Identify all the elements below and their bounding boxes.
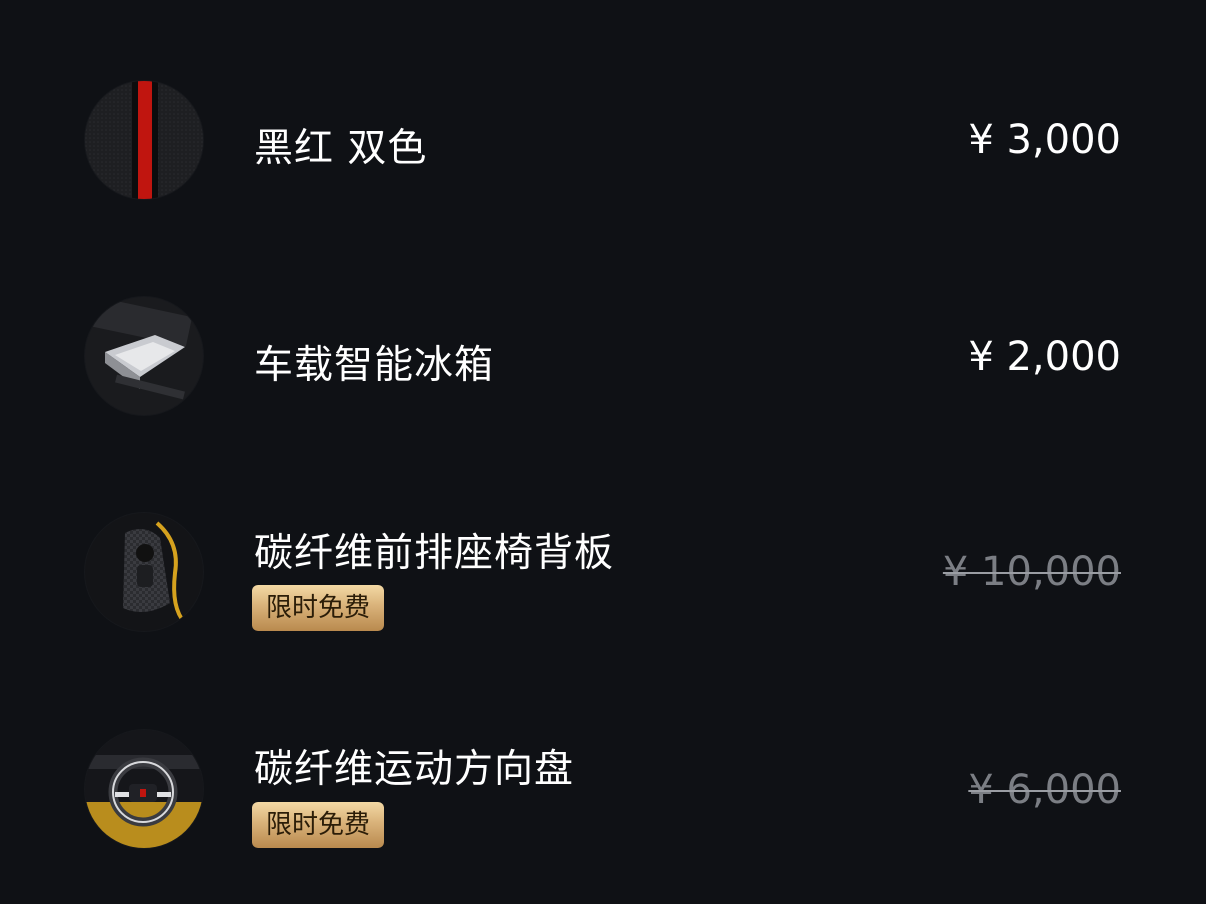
black-red-trim-thumbnail — [85, 81, 203, 199]
option-row-black-red[interactable]: 黑红 双色 ¥ 3,000 — [0, 76, 1206, 206]
car-fridge-thumbnail — [85, 297, 203, 415]
option-price: ¥ 2,000 — [968, 334, 1121, 380]
option-title: 车载智能冰箱 — [254, 343, 495, 388]
carbon-steering-wheel-thumbnail — [85, 730, 203, 848]
option-title: 黑红 双色 — [254, 126, 428, 171]
option-original-price: ¥ 6,000 — [968, 767, 1121, 813]
limited-free-badge: 限时免费 — [252, 585, 385, 631]
option-list: 黑红 双色 ¥ 3,000 车载智能冰箱 ¥ 2,000 碳纤维前排座椅背板 限… — [0, 0, 1206, 904]
option-price: ¥ 3,000 — [968, 117, 1121, 163]
option-title: 碳纤维前排座椅背板 — [254, 531, 615, 576]
option-row-carbon-wheel[interactable]: 碳纤维运动方向盘 限时免费 ¥ 6,000 — [0, 725, 1206, 855]
option-title: 碳纤维运动方向盘 — [254, 747, 575, 792]
option-row-fridge[interactable]: 车载智能冰箱 ¥ 2,000 — [0, 293, 1206, 423]
option-original-price: ¥ 10,000 — [942, 549, 1121, 595]
limited-free-badge: 限时免费 — [252, 802, 385, 848]
carbon-seatback-thumbnail — [85, 513, 203, 631]
option-row-carbon-seatback[interactable]: 碳纤维前排座椅背板 限时免费 ¥ 10,000 — [0, 508, 1206, 638]
